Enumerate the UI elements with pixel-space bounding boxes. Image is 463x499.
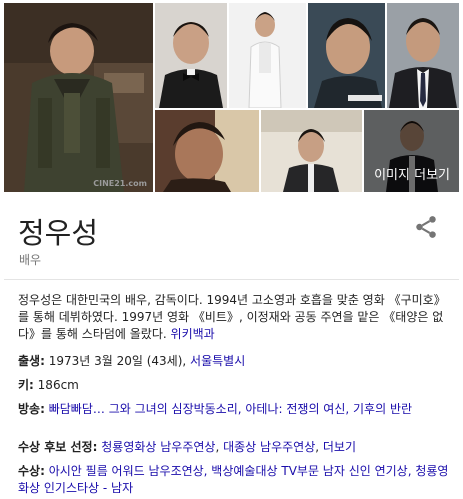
- person-photo-suit: [387, 3, 459, 108]
- entity-subtitle: 배우: [19, 253, 42, 267]
- watermark-label: CINE21.com: [93, 179, 147, 188]
- entity-header: 정우성 배우: [4, 192, 459, 276]
- fact-height-value: 186cm: [37, 378, 79, 392]
- entity-description: 정우성은 대한민국의 배우, 감독이다. 1994년 고소영과 호흡을 맞춘 영…: [18, 292, 448, 343]
- photo-formal[interactable]: 이미지 더보기: [364, 110, 459, 192]
- fact-nomination-link-2[interactable]: 대종상 남우주연상: [223, 440, 315, 454]
- photo-film-still[interactable]: [155, 110, 259, 192]
- fact-nominations-more-link[interactable]: 더보기: [323, 440, 356, 454]
- more-images-button[interactable]: 이미지 더보기: [364, 110, 459, 192]
- photo-event[interactable]: [261, 110, 362, 192]
- fact-nomination-link-1[interactable]: 청룡영화상 남우주연상: [101, 440, 215, 454]
- fact-broadcast-label: 방송:: [18, 402, 45, 416]
- fact-birth-place-link[interactable]: 서울특별시: [190, 354, 245, 368]
- more-images-label: 이미지 더보기: [374, 168, 450, 183]
- fact-birth: 출생: 1973년 3월 20일 (43세), 서울특별시: [18, 353, 450, 370]
- share-icon: [416, 216, 436, 238]
- photo-bowtie[interactable]: [155, 3, 227, 108]
- person-photo-standing: [229, 3, 306, 108]
- person-photo-closeup: [308, 3, 385, 108]
- knowledge-panel: CINE21.com 이미지 더보기 정우성 배우 정우성은 대한민국의 배우,…: [4, 3, 459, 499]
- entity-title: 정우성: [18, 216, 99, 250]
- fact-nominations-label: 수상 후보 선정:: [18, 440, 98, 454]
- photo-closeup[interactable]: [308, 3, 385, 108]
- main-photo[interactable]: CINE21.com: [4, 3, 153, 192]
- fact-awards: 수상: 아시안 필름 어워드 남우조연상, 백상예술대상 TV부문 남자 신인 …: [18, 463, 450, 497]
- fact-awards-link[interactable]: 아시안 필름 어워드 남우조연상, 백상예술대상 TV부문 남자 신인 연기상,…: [18, 464, 448, 495]
- fact-birth-label: 출생:: [18, 354, 45, 368]
- fact-broadcast: 방송: 빠담빠담… 그와 그녀의 심장박동소리, 아테나: 전쟁의 여신, 기후…: [18, 401, 450, 418]
- description-text: 정우성은 대한민국의 배우, 감독이다. 1994년 고소영과 호흡을 맞춘 영…: [18, 293, 446, 341]
- fact-awards-label: 수상:: [18, 464, 45, 478]
- wikipedia-link[interactable]: 위키백과: [171, 327, 215, 341]
- person-photo-event: [261, 110, 362, 192]
- fact-nominations: 수상 후보 선정: 청룡영화상 남우주연상, 대종상 남우주연상, 더보기: [18, 440, 356, 454]
- person-photo-film: [155, 110, 259, 192]
- image-gallery: CINE21.com 이미지 더보기: [4, 3, 459, 192]
- fact-broadcast-link[interactable]: 빠담빠담… 그와 그녀의 심장박동소리, 아테나: 전쟁의 여신, 기후의 반란: [49, 402, 412, 416]
- section-divider: [4, 279, 459, 280]
- person-photo-main: [4, 3, 153, 192]
- person-photo-bowtie: [155, 3, 227, 108]
- fact-birth-value: 1973년 3월 20일 (43세),: [48, 354, 187, 368]
- fact-height-label: 키:: [18, 378, 34, 392]
- fact-height: 키: 186cm: [18, 377, 450, 394]
- photo-standing[interactable]: [229, 3, 306, 108]
- photo-suit-tie[interactable]: [387, 3, 459, 108]
- share-button[interactable]: [413, 214, 439, 240]
